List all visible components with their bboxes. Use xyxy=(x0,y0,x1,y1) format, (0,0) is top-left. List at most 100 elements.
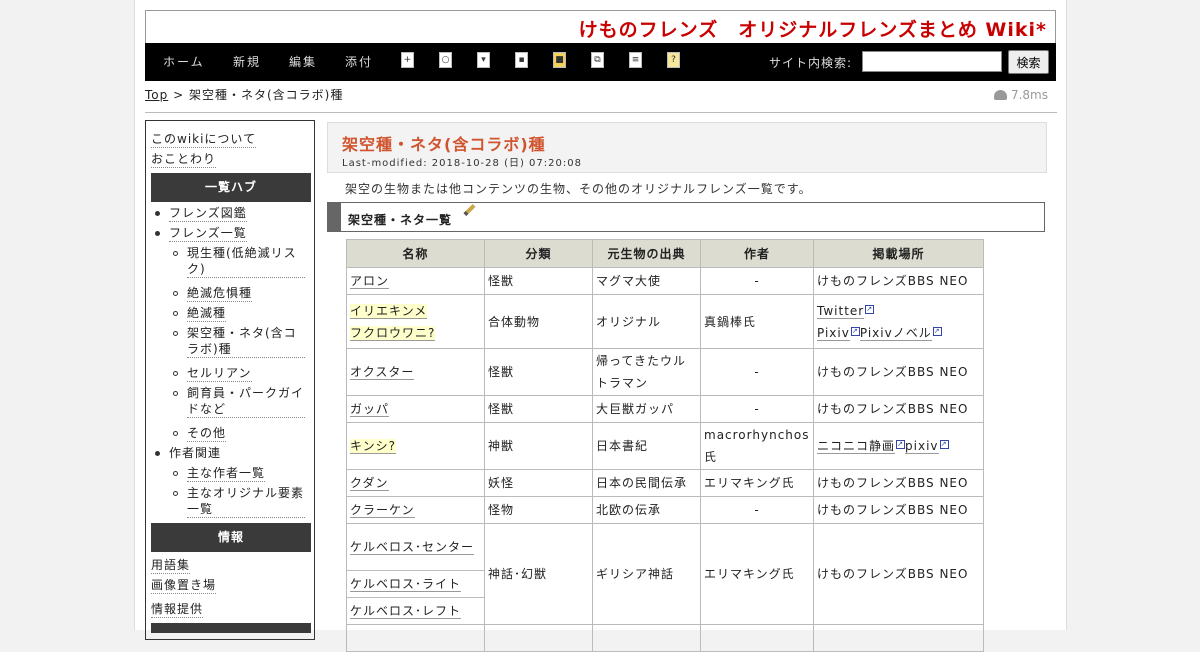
pixiv-link[interactable]: Pixiv xyxy=(817,325,850,341)
sidebar-item-authors-group: 作者関連 xyxy=(169,446,222,460)
circle-bullet-icon xyxy=(173,391,178,396)
nav-edit[interactable]: 編集 xyxy=(289,53,317,70)
nav-home[interactable]: ホーム xyxy=(163,53,205,70)
friend-name-link[interactable]: キンシ? xyxy=(350,439,397,454)
table-cell: けものフレンズBBS NEO xyxy=(813,469,984,497)
sidebar-link-submit-info[interactable]: 情報提供 xyxy=(151,601,204,618)
section-title: 架空種・ネタ一覧 xyxy=(348,213,453,227)
table-cell: macrorhynchos氏 xyxy=(700,422,814,470)
sidebar-link-notice[interactable]: おことわり xyxy=(151,151,217,168)
friend-name-link[interactable]: クダン xyxy=(350,476,389,491)
sidebar-item-endangered[interactable]: 絶滅危惧種 xyxy=(187,285,253,302)
page-title: 架空種・ネタ(含コラボ)種 xyxy=(342,135,546,154)
breadcrumb-separator: > xyxy=(173,88,185,102)
sidebar-item-extinct[interactable]: 絶滅種 xyxy=(187,305,227,322)
table-cell: オリジナル xyxy=(592,294,701,349)
site-header: けものフレンズ オリジナルフレンズまとめ Wiki* xyxy=(145,10,1056,43)
sidebar-item-keepers[interactable]: 飼育員・パークガイドなど xyxy=(187,385,305,418)
table-cell: けものフレンズBBS NEO xyxy=(813,523,984,625)
sidebar-item-fictional[interactable]: 架空種・ネタ(含コラボ)種 xyxy=(187,325,305,358)
speedometer-icon xyxy=(993,90,1007,100)
niconico-seiga-link[interactable]: ニコニコ静画 xyxy=(817,439,896,454)
circle-bullet-icon xyxy=(173,331,178,336)
sidebar: このwikiについて おことわり 一覧ハブ フレンズ図鑑 フレンズ一覧 現生種(… xyxy=(145,120,315,640)
table-cell: 日本の民間伝承 xyxy=(592,469,701,497)
external-link-icon: ↗ xyxy=(850,326,860,336)
friend-name-link[interactable]: ガッパ xyxy=(350,402,390,417)
sidebar-item-extant[interactable]: 現生種(低絶滅リスク) xyxy=(187,245,305,278)
breadcrumb-current: 架空種・ネタ(含コラボ)種 xyxy=(188,88,344,102)
circle-bullet-icon xyxy=(173,251,178,256)
circle-bullet-icon xyxy=(173,491,178,496)
bullet-icon xyxy=(155,231,160,236)
pencil-edit-icon[interactable] xyxy=(463,203,476,217)
table-cell: エリマキング氏 xyxy=(700,523,814,625)
table-row: イリエキンメ フクロウワニ? 合体動物 オリジナル 真鍋棒氏 Twitter ↗ P… xyxy=(346,294,984,349)
lock-icon[interactable]: ■ xyxy=(553,52,566,68)
table-header-row: 名称 分類 元生物の出典 作者 掲載場所 xyxy=(346,239,984,268)
sidebar-item-authors[interactable]: 主な作者一覧 xyxy=(187,465,266,482)
section-heading: 架空種・ネタ一覧 xyxy=(327,202,1045,232)
table-cell: ギリシア神話 xyxy=(592,523,701,625)
copy-icon[interactable]: ⧉ xyxy=(591,52,604,68)
table-row: ケルベロス･センター 神話･幻獣 ギリシア神話 エリマキング氏 けものフレンズB… xyxy=(346,523,984,625)
save-icon[interactable]: ▪ xyxy=(515,52,528,68)
page-header: 架空種・ネタ(含コラボ)種 Last-modified: 2018-10-28 … xyxy=(327,122,1047,173)
circle-bullet-icon xyxy=(173,291,178,296)
divider xyxy=(145,112,1057,113)
sidebar-heading-next xyxy=(151,623,311,633)
table-cell: 合体動物 xyxy=(484,294,593,349)
table-cell: 神獣 xyxy=(484,422,593,470)
table-cell: 妖怪 xyxy=(484,469,593,497)
new-page-icon[interactable]: + xyxy=(401,52,414,68)
sidebar-item-original-elements[interactable]: 主なオリジナル要素一覧 xyxy=(187,485,305,518)
bullet-icon xyxy=(155,451,160,456)
column-header: 名称 xyxy=(346,239,485,268)
column-header: 分類 xyxy=(484,239,593,268)
search-button[interactable]: 検索 xyxy=(1008,50,1049,74)
table-row: アロン 怪獣 マグマ大使 - けものフレンズBBS NEO xyxy=(346,267,984,295)
sidebar-item-friends-list[interactable]: フレンズ一覧 xyxy=(169,225,247,242)
sidebar-link-images[interactable]: 画像置き場 xyxy=(151,577,217,594)
table-cell: 北欧の伝承 xyxy=(592,496,701,524)
table-row: クダン 妖怪 日本の民間伝承 エリマキング氏 けものフレンズBBS NEO xyxy=(346,469,984,497)
sidebar-link-glossary[interactable]: 用語集 xyxy=(151,557,191,574)
page-sheet: けものフレンズ オリジナルフレンズまとめ Wiki* ホーム 新規 編集 添付 … xyxy=(134,0,1067,652)
column-header: 作者 xyxy=(700,239,814,268)
search-input[interactable] xyxy=(862,51,1002,72)
friend-name-link[interactable]: イリエキンメ xyxy=(350,303,428,319)
table-cell: けものフレンズBBS NEO xyxy=(813,348,984,396)
sidebar-item-encyclopedia[interactable]: フレンズ図鑑 xyxy=(169,205,247,222)
sidebar-item-other[interactable]: その他 xyxy=(187,425,227,442)
external-link-icon: ↗ xyxy=(865,304,875,314)
friend-name-link[interactable]: クラーケン xyxy=(350,503,415,518)
nav-new[interactable]: 新規 xyxy=(233,53,261,70)
table-cell: 怪獣 xyxy=(484,395,593,423)
table-cell: 怪獣 xyxy=(484,348,593,396)
sidebar-item-cellien[interactable]: セルリアン xyxy=(187,365,252,382)
pixiv-novel-link[interactable]: Pixivノベル xyxy=(859,325,932,341)
search-label: サイト内検索: xyxy=(769,56,853,70)
friend-name-link[interactable]: フクロウワニ? xyxy=(350,325,436,341)
sidebar-heading-hub: 一覧ハブ xyxy=(151,173,311,202)
table-cell: 怪物 xyxy=(484,496,593,524)
table-cell: 日本書紀 xyxy=(592,422,701,470)
help-icon[interactable]: ? xyxy=(667,52,680,68)
pixiv-link[interactable]: pixiv xyxy=(905,439,939,454)
list-icon[interactable]: ≡ xyxy=(629,52,642,68)
import-icon[interactable]: ▾ xyxy=(477,52,490,68)
friend-name-link[interactable]: ケルベロス･レフト xyxy=(350,604,462,619)
friend-name-link[interactable]: ケルベロス･センター xyxy=(350,540,475,555)
friend-name-link[interactable]: ケルベロス･ライト xyxy=(350,577,462,592)
search-page-icon[interactable]: ○ xyxy=(439,52,452,68)
nav-attach[interactable]: 添付 xyxy=(345,53,373,70)
friend-name-link[interactable]: オクスター xyxy=(350,365,415,380)
breadcrumb-top-link[interactable]: Top xyxy=(145,88,168,102)
sidebar-link-about[interactable]: このwikiについて xyxy=(151,131,257,148)
site-title[interactable]: けものフレンズ オリジナルフレンズまとめ Wiki* xyxy=(579,15,1047,42)
table-cell: - xyxy=(700,496,814,524)
friend-name-link[interactable]: アロン xyxy=(350,274,390,289)
twitter-link[interactable]: Twitter xyxy=(817,303,865,319)
table-cell: けものフレンズBBS NEO xyxy=(813,267,984,295)
navbar: ホーム 新規 編集 添付 + ○ ▾ ▪ ■ ⧉ ≡ ? サイト内検索: 検索 xyxy=(145,43,1056,81)
